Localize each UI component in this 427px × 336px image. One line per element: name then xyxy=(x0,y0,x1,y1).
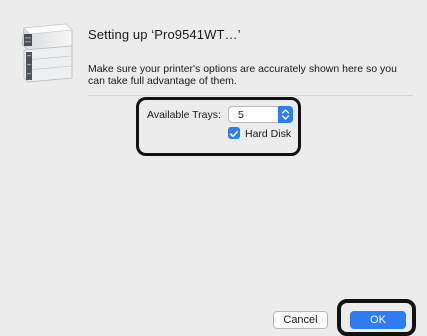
dialog-description: Make sure your printer's options are acc… xyxy=(88,63,397,87)
available-trays-select[interactable]: 5 xyxy=(228,106,293,123)
cancel-button[interactable]: Cancel xyxy=(273,311,328,329)
printer-icon xyxy=(14,22,74,84)
updown-chevron-icon[interactable] xyxy=(278,106,293,123)
divider xyxy=(88,95,413,96)
dialog-title: Setting up ‘Pro9541WT…’ xyxy=(88,27,241,42)
available-trays-label: Available Trays: xyxy=(147,109,221,121)
hard-disk-label[interactable]: Hard Disk xyxy=(245,128,291,140)
ok-button[interactable]: OK xyxy=(350,311,406,329)
hard-disk-checkbox[interactable] xyxy=(228,127,240,139)
available-trays-value: 5 xyxy=(238,109,244,121)
checkmark-icon xyxy=(230,130,239,138)
